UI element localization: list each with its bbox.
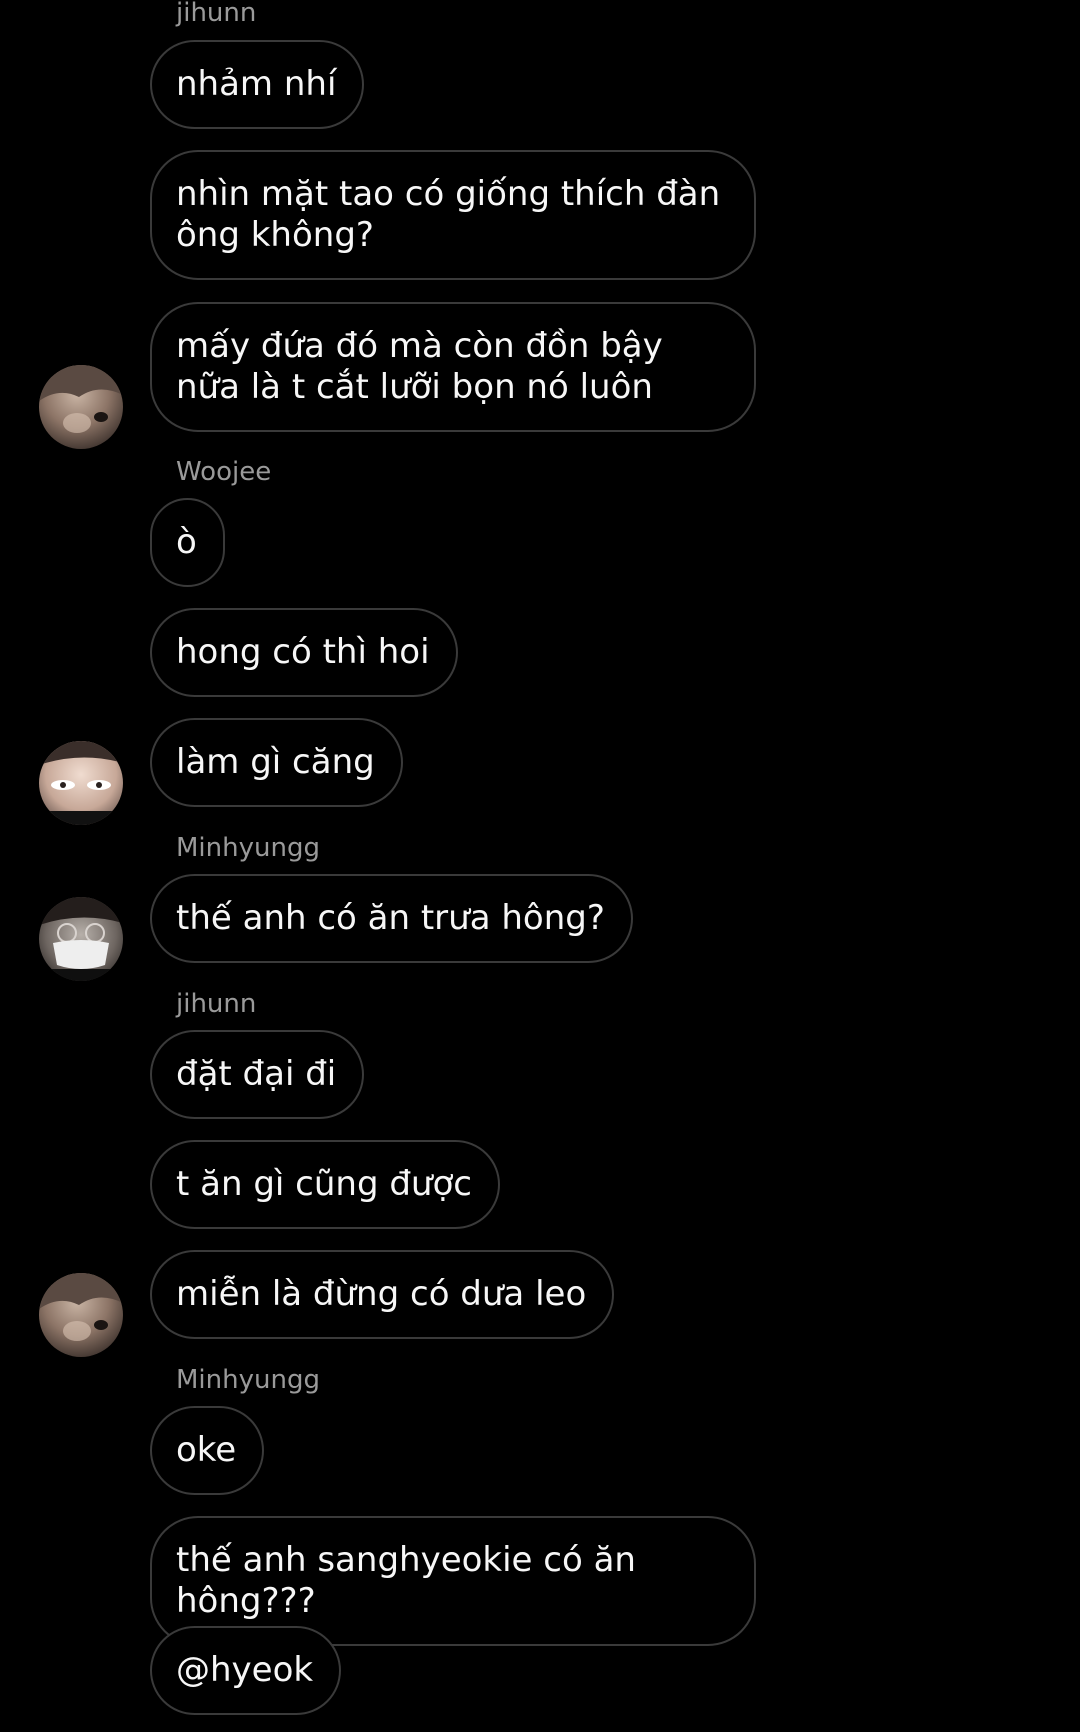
message-text: hong có thì hoi bbox=[176, 632, 430, 672]
message-text: thế anh có ăn trưa hông? bbox=[176, 898, 605, 938]
message-text: ò bbox=[176, 522, 197, 562]
message-text: nhảm nhí bbox=[176, 64, 337, 104]
sender-name: jihunn bbox=[176, 0, 257, 28]
message-text: đặt đại đi bbox=[176, 1054, 337, 1094]
message-text: miễn là đừng có dưa leo bbox=[176, 1274, 587, 1314]
message-text: mấy đứa đó mà còn đồn bậy nữa là t cắt l… bbox=[176, 326, 663, 407]
message-bubble[interactable]: hong có thì hoi bbox=[150, 608, 458, 697]
message-bubble[interactable]: t ăn gì cũng được bbox=[150, 1140, 500, 1229]
avatar[interactable] bbox=[39, 1273, 123, 1357]
avatar[interactable] bbox=[39, 741, 123, 825]
message-bubble[interactable]: @hyeok bbox=[150, 1626, 342, 1715]
message-bubble[interactable]: miễn là đừng có dưa leo bbox=[150, 1250, 615, 1339]
avatar-photo-icon bbox=[39, 741, 123, 825]
sender-name: jihunn bbox=[176, 989, 257, 1019]
chat-thread: jihunn nhảm nhí nhìn mặt tao có giống th… bbox=[0, 0, 1080, 1732]
avatar-photo-icon bbox=[39, 365, 123, 449]
sender-name: Minhyungg bbox=[176, 1365, 320, 1395]
message-bubble[interactable]: mấy đứa đó mà còn đồn bậy nữa là t cắt l… bbox=[150, 302, 756, 432]
avatar-photo-icon bbox=[39, 897, 123, 981]
message-text: nhìn mặt tao có giống thích đàn ông khôn… bbox=[176, 174, 721, 255]
message-text: làm gì căng bbox=[176, 742, 375, 782]
message-text: @hyeok bbox=[176, 1650, 314, 1690]
avatar-photo-icon bbox=[39, 1273, 123, 1357]
message-bubble[interactable]: oke bbox=[150, 1406, 265, 1495]
message-text: t ăn gì cũng được bbox=[176, 1164, 472, 1204]
sender-name: Woojee bbox=[176, 457, 272, 487]
message-bubble[interactable]: thế anh có ăn trưa hông? bbox=[150, 874, 633, 963]
avatar[interactable] bbox=[39, 897, 123, 981]
message-bubble[interactable]: ò bbox=[150, 498, 225, 587]
sender-name: Minhyungg bbox=[176, 833, 320, 863]
avatar[interactable] bbox=[39, 365, 123, 449]
message-bubble[interactable]: đặt đại đi bbox=[150, 1030, 365, 1119]
message-bubble[interactable]: nhìn mặt tao có giống thích đàn ông khôn… bbox=[150, 150, 756, 280]
message-text: oke bbox=[176, 1430, 237, 1470]
message-bubble[interactable]: nhảm nhí bbox=[150, 40, 365, 129]
message-bubble[interactable]: làm gì căng bbox=[150, 718, 403, 807]
message-text: thế anh sanghyeokie có ăn hông??? bbox=[176, 1540, 636, 1621]
